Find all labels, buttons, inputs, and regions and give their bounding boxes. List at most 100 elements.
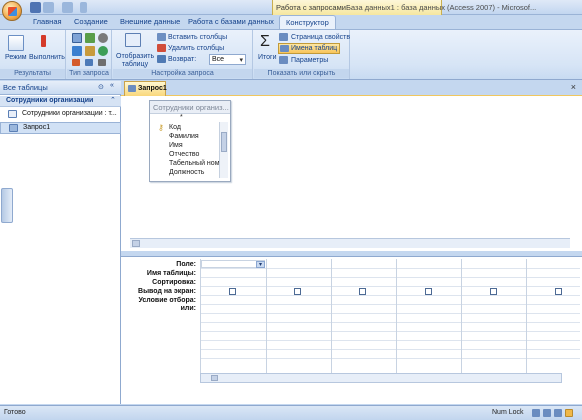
chevron-down-icon: ▾ <box>239 57 243 64</box>
collapse-pane-icon[interactable]: « <box>110 82 114 89</box>
grid-column[interactable] <box>526 259 527 374</box>
office-button[interactable] <box>2 1 22 21</box>
document-tab-label: Запрос1 <box>138 85 167 92</box>
parameters-button[interactable]: Параметры <box>291 57 328 64</box>
tab-home[interactable]: Главная <box>33 15 62 29</box>
scroll-thumb[interactable] <box>132 240 140 247</box>
nav-item-label: Сотрудники организации : т... <box>22 110 117 117</box>
scroll-thumb[interactable] <box>211 375 218 381</box>
view-button[interactable]: Режим <box>5 54 27 61</box>
datasheet-view-icon[interactable] <box>8 35 24 51</box>
collapse-group-icon[interactable]: ⌃ <box>110 96 116 104</box>
pivot-table-view-icon[interactable] <box>543 409 551 417</box>
grid-line <box>200 331 580 332</box>
tab-design[interactable]: Конструктор <box>279 15 336 29</box>
show-checkbox[interactable] <box>425 288 432 295</box>
nav-item-query[interactable]: Запрос1 <box>0 122 121 134</box>
horizontal-scrollbar[interactable] <box>130 238 570 248</box>
field-item[interactable]: Должность <box>169 169 204 176</box>
field-item[interactable]: Табельный номе <box>169 160 223 167</box>
grid-line <box>200 358 580 359</box>
undo-icon[interactable] <box>43 2 54 13</box>
crosstab-query-icon[interactable] <box>98 33 108 43</box>
num-lock-indicator: Num Lock <box>492 409 524 416</box>
make-table-query-icon[interactable] <box>85 33 95 43</box>
pane-resize-handle[interactable] <box>1 188 13 223</box>
delete-query-icon[interactable] <box>72 59 80 66</box>
group-query-type: Тип запроса <box>67 30 112 79</box>
parameters-icon[interactable] <box>279 56 288 64</box>
grid-line <box>200 313 580 314</box>
grid-line <box>200 340 580 341</box>
save-icon[interactable] <box>30 2 41 13</box>
scroll-thumb[interactable] <box>221 132 227 152</box>
group-query-setup: Отобразить таблицу Вставить столбцы Удал… <box>113 30 253 79</box>
table-names-button[interactable]: Имена таблиц <box>278 43 340 54</box>
run-button[interactable]: Выполнить <box>29 54 65 61</box>
nav-item-table[interactable]: Сотрудники организации : т... <box>0 109 121 121</box>
delete-columns-icon[interactable] <box>157 44 166 52</box>
field-list-title[interactable]: Сотрудники организ... <box>150 101 230 114</box>
field-item[interactable]: Код <box>169 124 181 131</box>
property-sheet-button[interactable]: Страница свойств <box>291 34 350 41</box>
show-checkbox[interactable] <box>359 288 366 295</box>
grid-column[interactable] <box>461 259 462 374</box>
design-view-icon[interactable] <box>565 409 573 417</box>
show-checkbox[interactable] <box>229 288 236 295</box>
redo-icon[interactable] <box>62 2 73 13</box>
pass-through-query-icon[interactable] <box>85 59 93 66</box>
update-query-icon[interactable] <box>85 46 95 56</box>
tab-create[interactable]: Создание <box>74 15 108 29</box>
data-definition-query-icon[interactable] <box>98 59 106 66</box>
tab-database-tools[interactable]: Работа с базами данных <box>188 15 274 29</box>
grid-row-label-field: Поле: <box>176 261 196 268</box>
nav-group-header[interactable]: Сотрудники организации ⌃ <box>0 96 121 107</box>
chevron-down-icon[interactable]: ▾ <box>256 261 265 268</box>
field-item[interactable]: Фамилия <box>169 133 199 140</box>
close-icon[interactable]: × <box>571 82 576 92</box>
grid-column[interactable] <box>331 259 332 374</box>
group-show-hide-label: Показать или скрыть <box>254 69 349 78</box>
delete-columns-button[interactable]: Удалить столбцы <box>168 45 224 52</box>
return-label: Возврат: <box>168 56 197 63</box>
tab-external-data[interactable]: Внешние данные <box>120 15 180 29</box>
show-checkbox[interactable] <box>490 288 497 295</box>
grid-column[interactable] <box>266 259 267 374</box>
field-list-scrollbar[interactable] <box>219 122 228 178</box>
grid-line <box>200 304 580 305</box>
qat-customize-icon[interactable] <box>80 2 87 13</box>
return-select[interactable]: Все ▾ <box>209 54 246 65</box>
totals-button[interactable]: Итоги <box>258 54 277 61</box>
query-icon <box>9 124 18 132</box>
insert-columns-icon[interactable] <box>157 33 166 41</box>
show-table-icon[interactable] <box>125 33 141 47</box>
grid-line <box>200 277 580 278</box>
table-icon <box>8 110 17 118</box>
datasheet-view-icon[interactable] <box>532 409 540 417</box>
nav-header-label: Все таблицы <box>3 83 48 92</box>
show-checkbox[interactable] <box>555 288 562 295</box>
totals-icon[interactable]: Σ <box>260 33 270 51</box>
field-item[interactable]: Имя <box>169 142 183 149</box>
sql-view-icon[interactable] <box>554 409 562 417</box>
append-query-icon[interactable] <box>72 46 82 56</box>
return-icon <box>157 55 166 63</box>
insert-columns-button[interactable]: Вставить столбцы <box>168 34 227 41</box>
field-all[interactable]: * <box>180 114 183 121</box>
grid-line <box>200 322 580 323</box>
select-query-icon[interactable] <box>72 33 82 43</box>
grid-horizontal-scrollbar[interactable] <box>200 373 562 383</box>
field-select[interactable]: ▾ <box>201 260 265 268</box>
union-query-icon[interactable] <box>98 46 108 56</box>
show-table-button[interactable]: Отобразить таблицу <box>116 53 154 69</box>
grid-column[interactable] <box>200 259 201 374</box>
property-sheet-icon[interactable] <box>279 33 288 41</box>
document-tab[interactable]: Запрос1 <box>124 81 167 96</box>
run-icon[interactable] <box>41 35 46 47</box>
ribbon: Режим Выполнить Результаты Тип запроса О… <box>0 29 582 80</box>
chevron-down-icon[interactable]: ⊙ <box>98 83 104 91</box>
nav-header[interactable]: Все таблицы ⊙ « <box>0 81 121 95</box>
field-item[interactable]: Отчество <box>169 151 199 158</box>
show-checkbox[interactable] <box>294 288 301 295</box>
grid-column[interactable] <box>396 259 397 374</box>
